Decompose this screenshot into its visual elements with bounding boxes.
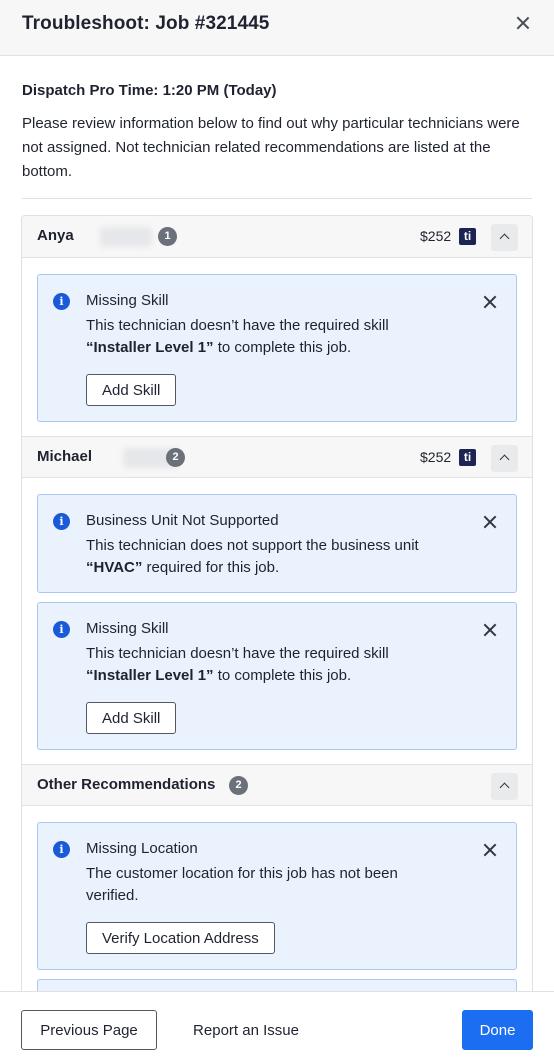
alert-message: This technician does not support the bus…	[86, 537, 419, 576]
close-icon[interactable]	[513, 13, 533, 33]
technician-name: Anya	[37, 227, 74, 244]
alert-message: This technician doesn’t have the require…	[86, 317, 389, 356]
alert-partial	[37, 979, 517, 991]
dialog-footer: Previous Page Report an Issue Done	[0, 991, 554, 1064]
alert-missing-skill: i Missing Skill This technician doesn’t …	[37, 602, 517, 750]
other-recommendations-body: i Missing Location The customer location…	[22, 806, 532, 991]
ti-logo-icon: ti	[459, 228, 476, 245]
technician-price: $252	[420, 449, 452, 465]
collapse-button[interactable]	[491, 445, 518, 472]
technician-name: Michael	[37, 448, 93, 465]
description-text: Please review information below to find …	[22, 115, 520, 180]
info-icon: i	[53, 841, 70, 858]
dialog-title: Troubleshoot: Job #321445	[22, 13, 270, 34]
issue-count-badge: 2	[166, 448, 185, 467]
add-skill-button[interactable]: Add Skill	[86, 374, 177, 406]
alert-message: The customer location for this job has n…	[86, 865, 398, 904]
technician-body-anya: i Missing Skill This technician doesn’t …	[22, 258, 532, 436]
dispatch-time: Dispatch Pro Time: 1:20 PM (Today)	[22, 82, 277, 99]
redacted-surname	[100, 227, 152, 247]
troubleshoot-list[interactable]: Anya 1 $252 ti i Missing Skill This tech…	[21, 215, 533, 991]
alert-missing-location: i Missing Location The customer location…	[37, 822, 517, 970]
alert-title: Missing Skill	[86, 620, 169, 637]
alert-message: This technician doesn’t have the require…	[86, 645, 389, 684]
technician-body-michael: i Business Unit Not Supported This techn…	[22, 478, 532, 764]
ti-logo-icon: ti	[459, 449, 476, 466]
previous-page-button[interactable]: Previous Page	[21, 1010, 157, 1050]
issue-count-badge: 2	[229, 776, 248, 795]
close-icon[interactable]	[480, 512, 500, 532]
alert-title: Missing Location	[86, 840, 198, 857]
section-title: Other Recommendations	[37, 776, 216, 793]
done-button[interactable]: Done	[462, 1010, 533, 1050]
collapse-button[interactable]	[491, 773, 518, 800]
issue-count-badge: 1	[158, 227, 177, 246]
technician-header-michael[interactable]: Michael 2 $252 ti	[22, 436, 532, 478]
other-recommendations-header[interactable]: Other Recommendations 2	[22, 764, 532, 806]
technician-price: $252	[420, 228, 452, 244]
info-icon: i	[53, 293, 70, 310]
collapse-button[interactable]	[491, 224, 518, 251]
info-icon: i	[53, 513, 70, 530]
close-icon[interactable]	[480, 292, 500, 312]
alert-title: Business Unit Not Supported	[86, 512, 279, 529]
alert-title: Missing Skill	[86, 292, 169, 309]
dialog-header: Troubleshoot: Job #321445	[0, 0, 554, 56]
verify-location-button[interactable]: Verify Location Address	[86, 922, 275, 954]
close-icon[interactable]	[480, 840, 500, 860]
alert-missing-skill: i Missing Skill This technician doesn’t …	[37, 274, 517, 422]
alert-business-unit: i Business Unit Not Supported This techn…	[37, 494, 517, 593]
technician-header-anya[interactable]: Anya 1 $252 ti	[22, 216, 532, 258]
add-skill-button[interactable]: Add Skill	[86, 702, 177, 734]
close-icon[interactable]	[480, 620, 500, 640]
info-icon: i	[53, 621, 70, 638]
divider	[22, 198, 532, 199]
report-issue-button[interactable]: Report an Issue	[172, 1010, 320, 1050]
